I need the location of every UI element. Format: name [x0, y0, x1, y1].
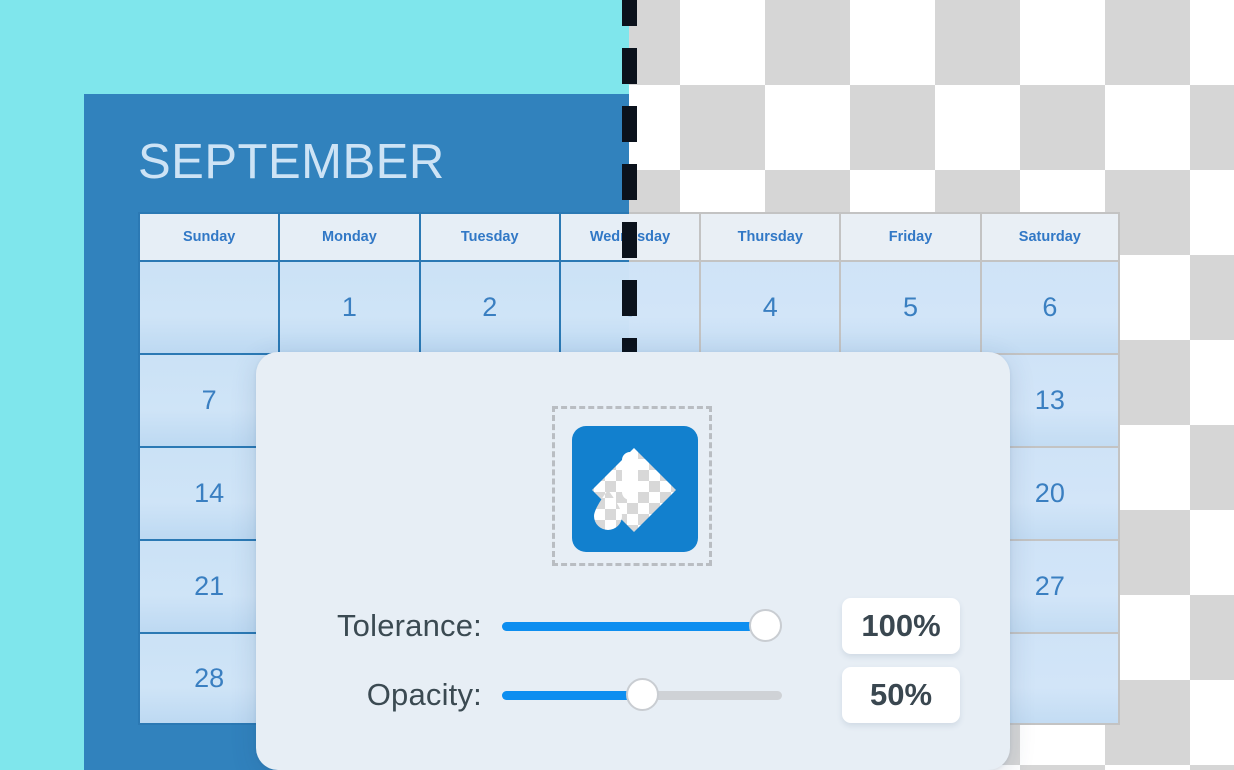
paint-bucket-icon[interactable] — [572, 426, 698, 552]
tolerance-control-row: Tolerance: 100% — [256, 598, 1010, 654]
day-header-saturday: Saturday — [979, 212, 1120, 260]
day-header-wednesday: Wednesday — [558, 212, 629, 260]
app-canvas: SEPTEMBER Sunday Monday Tuesday Wednesda… — [0, 0, 1234, 770]
paint-bucket-options-dialog: Tolerance: 100% Opacity: 50% — [256, 352, 1010, 770]
calendar-day-cell[interactable]: 3 — [629, 260, 700, 353]
opacity-label: Opacity: — [366, 677, 482, 712]
calendar-day-cell[interactable]: 2 — [418, 260, 559, 353]
calendar-header-row-ghost: Sunday Monday Tuesday Wednesday Thursday… — [629, 212, 1120, 260]
calendar-day-cell[interactable]: 6 — [979, 260, 1120, 353]
opacity-value-box[interactable]: 50% — [842, 667, 960, 723]
tool-icon-selection-marquee — [552, 406, 712, 566]
calendar-day-cell[interactable] — [138, 260, 279, 353]
tolerance-slider-fill — [502, 622, 766, 631]
tolerance-label: Tolerance: — [336, 608, 482, 643]
day-header-wednesday: Wednesday — [629, 212, 700, 260]
day-header-tuesday: Tuesday — [418, 212, 559, 260]
opacity-slider[interactable] — [502, 678, 782, 712]
calendar-week-row: 1 2 3 4 5 6 — [629, 260, 1120, 353]
calendar-day-cell[interactable]: 5 — [839, 260, 980, 353]
opacity-slider-thumb[interactable] — [626, 678, 659, 711]
tolerance-slider[interactable] — [502, 609, 782, 643]
calendar-day-cell[interactable]: 4 — [699, 260, 840, 353]
tolerance-value-box[interactable]: 100% — [842, 598, 960, 654]
day-header-monday: Monday — [278, 212, 419, 260]
opacity-slider-fill — [502, 691, 642, 700]
day-header-thursday: Thursday — [699, 212, 840, 260]
tolerance-slider-thumb[interactable] — [749, 609, 782, 642]
calendar-week-row: 1 2 3 4 5 6 — [138, 260, 629, 353]
day-header-friday: Friday — [839, 212, 980, 260]
calendar-header-row: Sunday Monday Tuesday Wednesday Thursday… — [138, 212, 629, 260]
calendar-month-title: SEPTEMBER — [138, 135, 445, 189]
opacity-control-row: Opacity: 50% — [256, 667, 1010, 723]
day-header-sunday: Sunday — [138, 212, 279, 260]
calendar-day-cell[interactable]: 3 — [558, 260, 629, 353]
calendar-day-cell[interactable]: 1 — [278, 260, 419, 353]
